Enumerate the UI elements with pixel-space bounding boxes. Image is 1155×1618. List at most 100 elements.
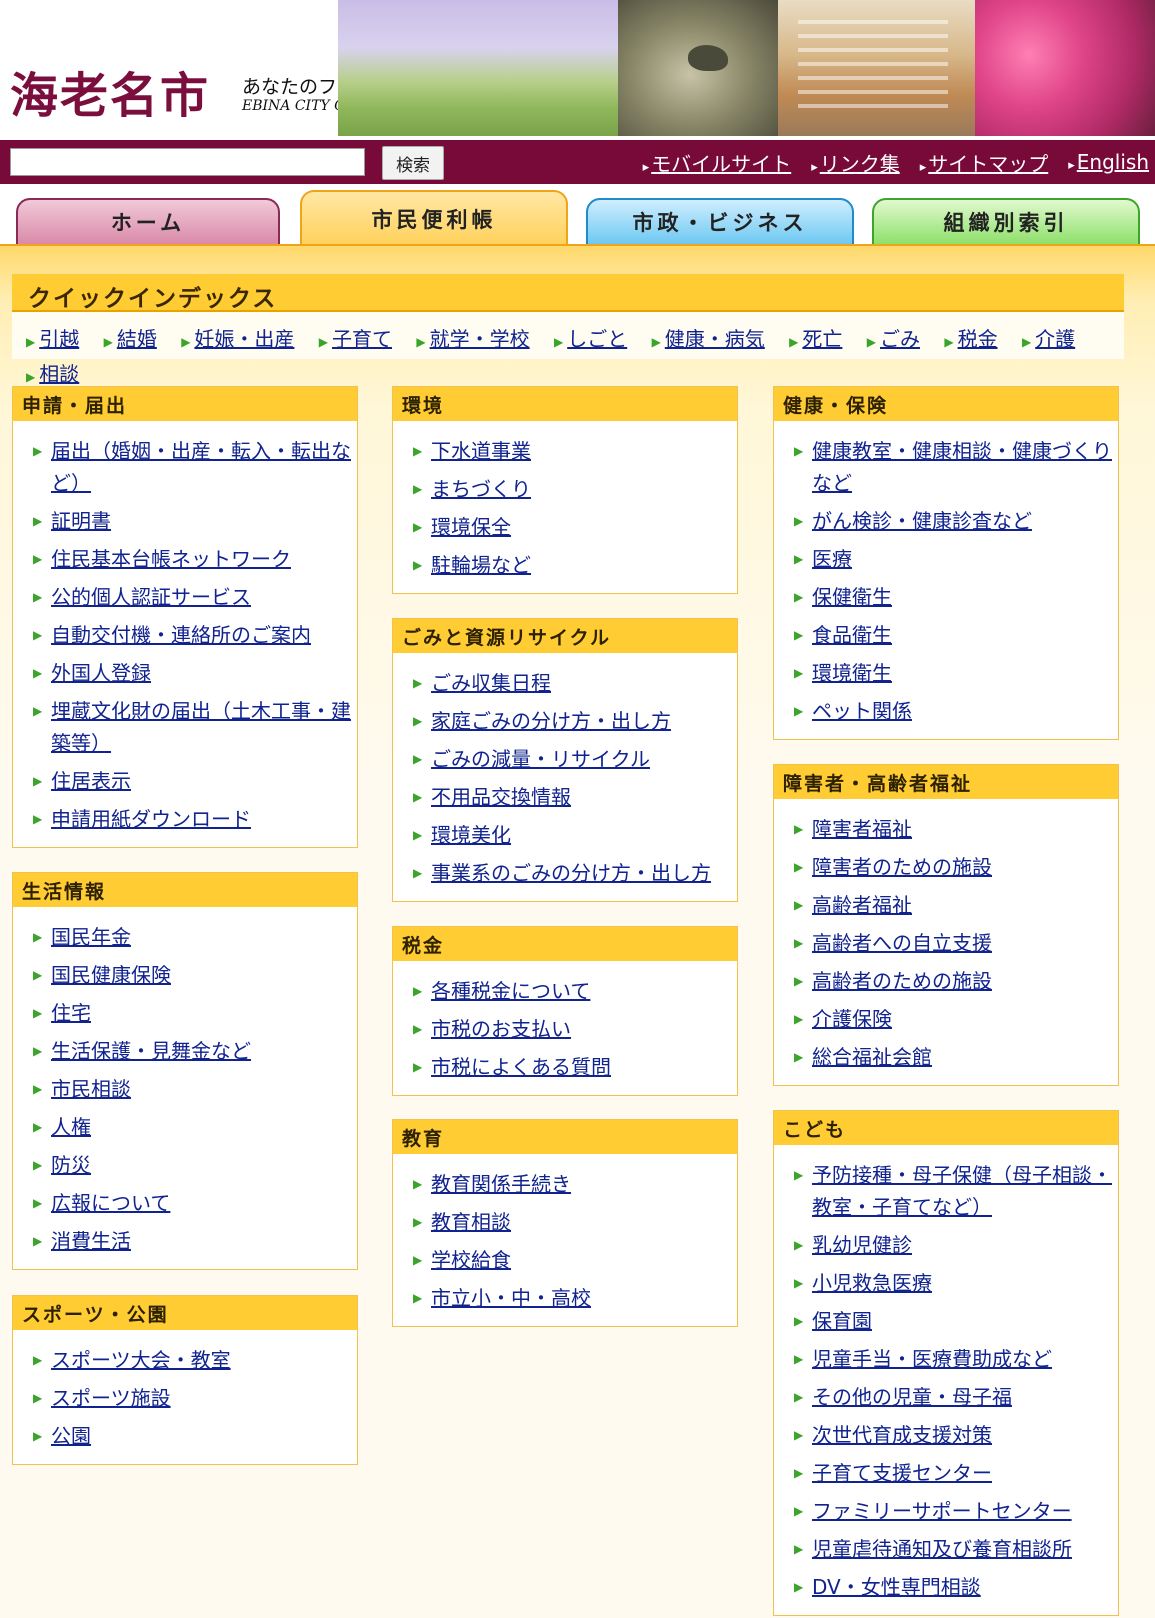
item-link[interactable]: 障害者福祉: [812, 817, 912, 841]
item-link[interactable]: スポーツ大会・教室: [51, 1348, 231, 1372]
item-link[interactable]: 公園: [51, 1424, 91, 1448]
item-link[interactable]: 家庭ごみの分け方・出し方: [431, 709, 671, 733]
quick-link[interactable]: ▶ ごみ: [867, 327, 920, 351]
quick-link[interactable]: ▶ 相談: [26, 362, 79, 386]
quick-link[interactable]: ▶ しごと: [554, 327, 627, 351]
item-link[interactable]: ペット関係: [812, 699, 912, 723]
section-list: ▶ 届出（婚姻・出産・転入・転出など） ▶ 証明書 ▶ 住民基本台帳ネットワーク ▶ 公…: [13, 421, 357, 847]
item-link[interactable]: 広報について: [51, 1191, 170, 1215]
item-link[interactable]: 証明書: [51, 509, 111, 533]
mobile-site-link[interactable]: ▸ モバイルサイト: [643, 148, 792, 177]
item-link[interactable]: 各種税金について: [431, 979, 590, 1003]
item-link[interactable]: 児童虐待通知及び養育相談所: [812, 1537, 1072, 1561]
triangle-icon: ▶: [413, 558, 423, 572]
item-link[interactable]: 保育園: [812, 1309, 872, 1333]
item-link[interactable]: 防災: [51, 1153, 91, 1177]
search-button[interactable]: 検索: [382, 146, 444, 180]
item-link[interactable]: 市税のお支払い: [431, 1017, 571, 1041]
item-link[interactable]: 申請用紙ダウンロード: [51, 807, 251, 831]
quick-link[interactable]: ▶ 介護: [1022, 327, 1075, 351]
triangle-icon: ▶: [413, 520, 423, 534]
item-link[interactable]: 介護保険: [812, 1007, 892, 1031]
triangle-icon: ▶: [794, 898, 804, 912]
item-link[interactable]: 医療: [812, 547, 852, 571]
item-link[interactable]: 埋蔵文化財の届出（土木工事・建築等）: [51, 699, 351, 755]
site-logo[interactable]: 海老名市 あなたのフィールドへ。海老名市 EBINA CITY Official…: [0, 0, 527, 136]
item-link[interactable]: 総合福祉会館: [812, 1045, 932, 1069]
item-link[interactable]: 環境保全: [431, 515, 511, 539]
item-link[interactable]: 教育相談: [431, 1210, 511, 1234]
search-input[interactable]: [10, 148, 365, 176]
item-link[interactable]: 下水道事業: [431, 439, 531, 463]
quick-link[interactable]: ▶ 子育て: [319, 327, 392, 351]
item-link[interactable]: 小児救急医療: [812, 1271, 932, 1295]
quick-link[interactable]: ▶ 妊娠・出産: [181, 327, 294, 351]
list-item: ▶ がん検診・健康診査など: [794, 505, 1118, 537]
item-link[interactable]: その他の児童・母子福: [812, 1385, 1012, 1409]
tab-home[interactable]: ホーム: [16, 198, 280, 246]
sitemap-link[interactable]: ▸ サイトマップ: [920, 148, 1049, 177]
item-link[interactable]: 高齢者のための施設: [812, 969, 992, 993]
item-link[interactable]: 国民年金: [51, 925, 131, 949]
item-link[interactable]: 市税によくある質問: [431, 1055, 611, 1079]
english-link[interactable]: ▸ English: [1068, 150, 1149, 174]
quick-link[interactable]: ▶ 引越: [26, 327, 79, 351]
item-link[interactable]: がん検診・健康診査など: [812, 509, 1032, 533]
triangle-icon: ▶: [794, 1050, 804, 1064]
item-link[interactable]: 児童手当・医療費助成など: [812, 1347, 1052, 1371]
item-link[interactable]: 乳幼児健診: [812, 1233, 912, 1257]
quick-link[interactable]: ▶ 結婚: [104, 327, 157, 351]
triangle-icon: ▶: [794, 936, 804, 950]
tab-civic-handbook[interactable]: 市民便利帳: [300, 190, 568, 246]
item-link[interactable]: 障害者のための施設: [812, 855, 992, 879]
item-link[interactable]: 自動交付機・連絡所のご案内: [51, 623, 311, 647]
item-link[interactable]: 人権: [51, 1115, 91, 1139]
list-item: ▶ 事業系のごみの分け方・出し方: [413, 857, 737, 889]
section-garbage-recycle: ごみと資源リサイクル ▶ ごみ収集日程 ▶ 家庭ごみの分け方・出し方 ▶ ごみの減量・…: [392, 618, 738, 902]
item-link[interactable]: 市民相談: [51, 1077, 131, 1101]
item-link[interactable]: DV・女性専門相談: [812, 1575, 981, 1599]
item-link[interactable]: 届出（婚姻・出産・転入・転出など）: [51, 439, 351, 495]
item-link[interactable]: 公的個人認証サービス: [51, 585, 251, 609]
item-link[interactable]: 学校給食: [431, 1248, 511, 1272]
section-welfare: 障害者・高齢者福祉 ▶ 障害者福祉 ▶ 障害者のための施設 ▶ 高齢者福祉 ▶ 高齢者へ…: [773, 764, 1119, 1086]
item-link[interactable]: 高齢者福祉: [812, 893, 912, 917]
item-link[interactable]: 高齢者への自立支援: [812, 931, 992, 955]
list-item: ▶ 下水道事業: [413, 435, 737, 467]
item-link[interactable]: 住居表示: [51, 769, 131, 793]
item-link[interactable]: スポーツ施設: [51, 1386, 171, 1410]
item-link[interactable]: 生活保護・見舞金など: [51, 1039, 251, 1063]
list-item: ▶ ファミリーサポートセンター: [794, 1495, 1118, 1527]
item-link[interactable]: 健康教室・健康相談・健康づくりなど: [812, 439, 1112, 495]
item-link[interactable]: 駐輪場など: [431, 553, 531, 577]
item-link[interactable]: 環境美化: [431, 823, 511, 847]
item-link[interactable]: 国民健康保険: [51, 963, 171, 987]
item-link[interactable]: 市立小・中・高校: [431, 1286, 591, 1310]
quick-link[interactable]: ▶ 死亡: [789, 327, 842, 351]
item-link[interactable]: 子育て支援センター: [812, 1461, 992, 1485]
item-link[interactable]: ごみ収集日程: [431, 671, 551, 695]
quick-link[interactable]: ▶ 健康・病気: [652, 327, 765, 351]
quick-link[interactable]: ▶ 就学・学校: [416, 327, 529, 351]
triangle-icon: ▶: [553, 335, 564, 349]
item-link[interactable]: 次世代育成支援対策: [812, 1423, 992, 1447]
item-link[interactable]: 食品衛生: [812, 623, 892, 647]
item-link[interactable]: 保健衛生: [812, 585, 892, 609]
tab-government-business[interactable]: 市政・ビジネス: [586, 198, 854, 246]
item-link[interactable]: まちづくり: [431, 477, 531, 501]
tab-organization-index[interactable]: 組織別索引: [872, 198, 1140, 246]
links-page-link[interactable]: ▸ リンク集: [811, 148, 900, 177]
item-link[interactable]: 外国人登録: [51, 661, 151, 685]
item-link[interactable]: 住宅: [51, 1001, 91, 1025]
triangle-icon: ▶: [413, 1253, 423, 1267]
item-link[interactable]: 住民基本台帳ネットワーク: [51, 547, 291, 571]
item-link[interactable]: 消費生活: [51, 1229, 131, 1253]
item-link[interactable]: 環境衛生: [812, 661, 892, 685]
item-link[interactable]: 事業系のごみの分け方・出し方: [431, 861, 711, 885]
item-link[interactable]: 教育関係手続き: [431, 1172, 571, 1196]
quick-link[interactable]: ▶ 税金: [944, 327, 997, 351]
item-link[interactable]: 予防接種・母子保健（母子相談・教室・子育てなど）: [812, 1163, 1112, 1219]
item-link[interactable]: 不用品交換情報: [431, 785, 571, 809]
item-link[interactable]: ごみの減量・リサイクル: [431, 747, 650, 771]
item-link[interactable]: ファミリーサポートセンター: [812, 1499, 1072, 1523]
